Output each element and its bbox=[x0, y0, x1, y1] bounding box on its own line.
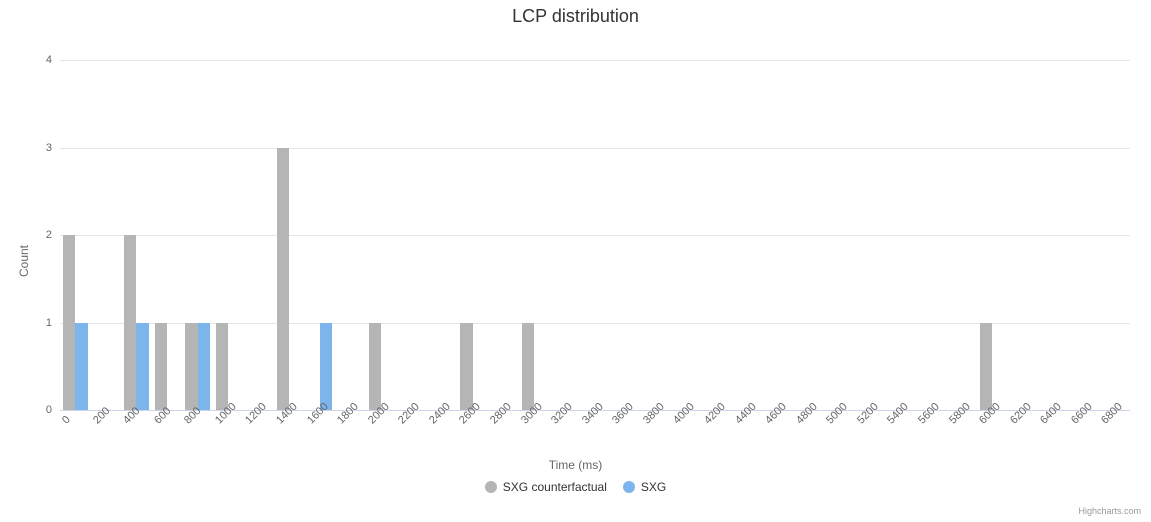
category-slot: 1800 bbox=[335, 60, 366, 410]
y-axis-label: Count bbox=[17, 245, 31, 277]
category-slot: 4800 bbox=[794, 60, 825, 410]
category-slot: 4600 bbox=[763, 60, 794, 410]
x-axis-label: Time (ms) bbox=[0, 458, 1151, 472]
bar-counterfactual[interactable] bbox=[124, 235, 136, 410]
category-slot: 600 bbox=[152, 60, 183, 410]
x-tick-label: 5600 bbox=[916, 401, 942, 427]
x-tick-label: 1800 bbox=[335, 401, 361, 427]
category-slot: 4200 bbox=[702, 60, 733, 410]
category-slot: 2400 bbox=[427, 60, 458, 410]
x-tick-label: 3400 bbox=[580, 401, 606, 427]
category-slot: 6000 bbox=[977, 60, 1008, 410]
legend: SXG counterfactual SXG bbox=[0, 480, 1151, 496]
category-slot: 400 bbox=[121, 60, 152, 410]
y-tick-label: 2 bbox=[46, 229, 60, 241]
category-slot: 6600 bbox=[1069, 60, 1100, 410]
category-slot: 6400 bbox=[1038, 60, 1069, 410]
bar-counterfactual[interactable] bbox=[522, 323, 534, 411]
x-tick-label: 5800 bbox=[947, 401, 973, 427]
category-slot: 1600 bbox=[305, 60, 336, 410]
category-slot: 5800 bbox=[947, 60, 978, 410]
x-tick-label: 4400 bbox=[733, 401, 759, 427]
y-tick-label: 3 bbox=[46, 142, 60, 154]
category-slot: 5600 bbox=[916, 60, 947, 410]
category-slot: 2600 bbox=[457, 60, 488, 410]
category-slot: 1000 bbox=[213, 60, 244, 410]
category-slot: 800 bbox=[182, 60, 213, 410]
x-tick-label: 1200 bbox=[243, 401, 269, 427]
category-slot: 4400 bbox=[733, 60, 764, 410]
x-tick-label: 0 bbox=[60, 414, 73, 427]
bar-sxg[interactable] bbox=[75, 323, 87, 411]
x-tick-label: 2200 bbox=[396, 401, 422, 427]
category-slot: 5000 bbox=[824, 60, 855, 410]
x-tick-label: 6800 bbox=[1099, 401, 1125, 427]
category-slot: 3800 bbox=[641, 60, 672, 410]
category-slot: 1400 bbox=[274, 60, 305, 410]
category-slot: 0 bbox=[60, 60, 91, 410]
legend-label: SXG bbox=[641, 480, 666, 494]
category-slot: 6800 bbox=[1099, 60, 1130, 410]
x-tick-label: 6200 bbox=[1008, 401, 1034, 427]
bar-counterfactual[interactable] bbox=[185, 323, 197, 411]
x-tick-label: 3800 bbox=[641, 401, 667, 427]
x-tick-label: 200 bbox=[91, 405, 112, 426]
category-slot: 3000 bbox=[519, 60, 550, 410]
bar-sxg[interactable] bbox=[136, 323, 148, 411]
category-slot: 2800 bbox=[488, 60, 519, 410]
legend-item[interactable]: SXG counterfactual bbox=[485, 480, 607, 494]
bar-counterfactual[interactable] bbox=[155, 323, 167, 411]
y-tick-label: 1 bbox=[46, 317, 60, 329]
bar-counterfactual[interactable] bbox=[277, 148, 289, 411]
x-tick-label: 2400 bbox=[427, 401, 453, 427]
x-tick-label: 6600 bbox=[1069, 401, 1095, 427]
y-tick-label: 4 bbox=[46, 54, 60, 66]
legend-label: SXG counterfactual bbox=[503, 480, 607, 494]
category-slot: 200 bbox=[91, 60, 122, 410]
x-tick-label: 5000 bbox=[824, 401, 850, 427]
bar-counterfactual[interactable] bbox=[216, 323, 228, 411]
bar-counterfactual[interactable] bbox=[63, 235, 75, 410]
x-tick-label: 5400 bbox=[885, 401, 911, 427]
x-tick-label: 4200 bbox=[702, 401, 728, 427]
category-slot: 6200 bbox=[1008, 60, 1039, 410]
category-slot: 2200 bbox=[396, 60, 427, 410]
x-tick-label: 5200 bbox=[855, 401, 881, 427]
bar-sxg[interactable] bbox=[320, 323, 332, 411]
x-tick-label: 3600 bbox=[610, 401, 636, 427]
legend-swatch-icon bbox=[623, 481, 635, 493]
chart-container: LCP distribution Count 01234020040060080… bbox=[0, 0, 1151, 522]
credits-link[interactable]: Highcharts.com bbox=[1078, 506, 1141, 516]
category-slot: 4000 bbox=[671, 60, 702, 410]
category-slot: 5400 bbox=[885, 60, 916, 410]
x-tick-label: 6400 bbox=[1038, 401, 1064, 427]
legend-swatch-icon bbox=[485, 481, 497, 493]
x-tick-label: 1600 bbox=[305, 401, 331, 427]
category-slot: 2000 bbox=[366, 60, 397, 410]
category-slot: 1200 bbox=[243, 60, 274, 410]
category-slot: 3400 bbox=[580, 60, 611, 410]
category-slot: 5200 bbox=[855, 60, 886, 410]
chart-title: LCP distribution bbox=[0, 6, 1151, 27]
y-tick-label: 0 bbox=[46, 404, 60, 416]
x-tick-label: 3200 bbox=[549, 401, 575, 427]
bar-counterfactual[interactable] bbox=[369, 323, 381, 411]
x-tick-label: 4800 bbox=[794, 401, 820, 427]
plot-area: 0123402004006008001000120014001600180020… bbox=[60, 60, 1130, 410]
bar-counterfactual[interactable] bbox=[980, 323, 992, 411]
category-slot: 3600 bbox=[610, 60, 641, 410]
category-slot: 3200 bbox=[549, 60, 580, 410]
x-tick-label: 4600 bbox=[763, 401, 789, 427]
x-tick-label: 4000 bbox=[671, 401, 697, 427]
legend-item[interactable]: SXG bbox=[623, 480, 666, 494]
bar-sxg[interactable] bbox=[198, 323, 210, 411]
bar-counterfactual[interactable] bbox=[460, 323, 472, 411]
x-tick-label: 2800 bbox=[488, 401, 514, 427]
